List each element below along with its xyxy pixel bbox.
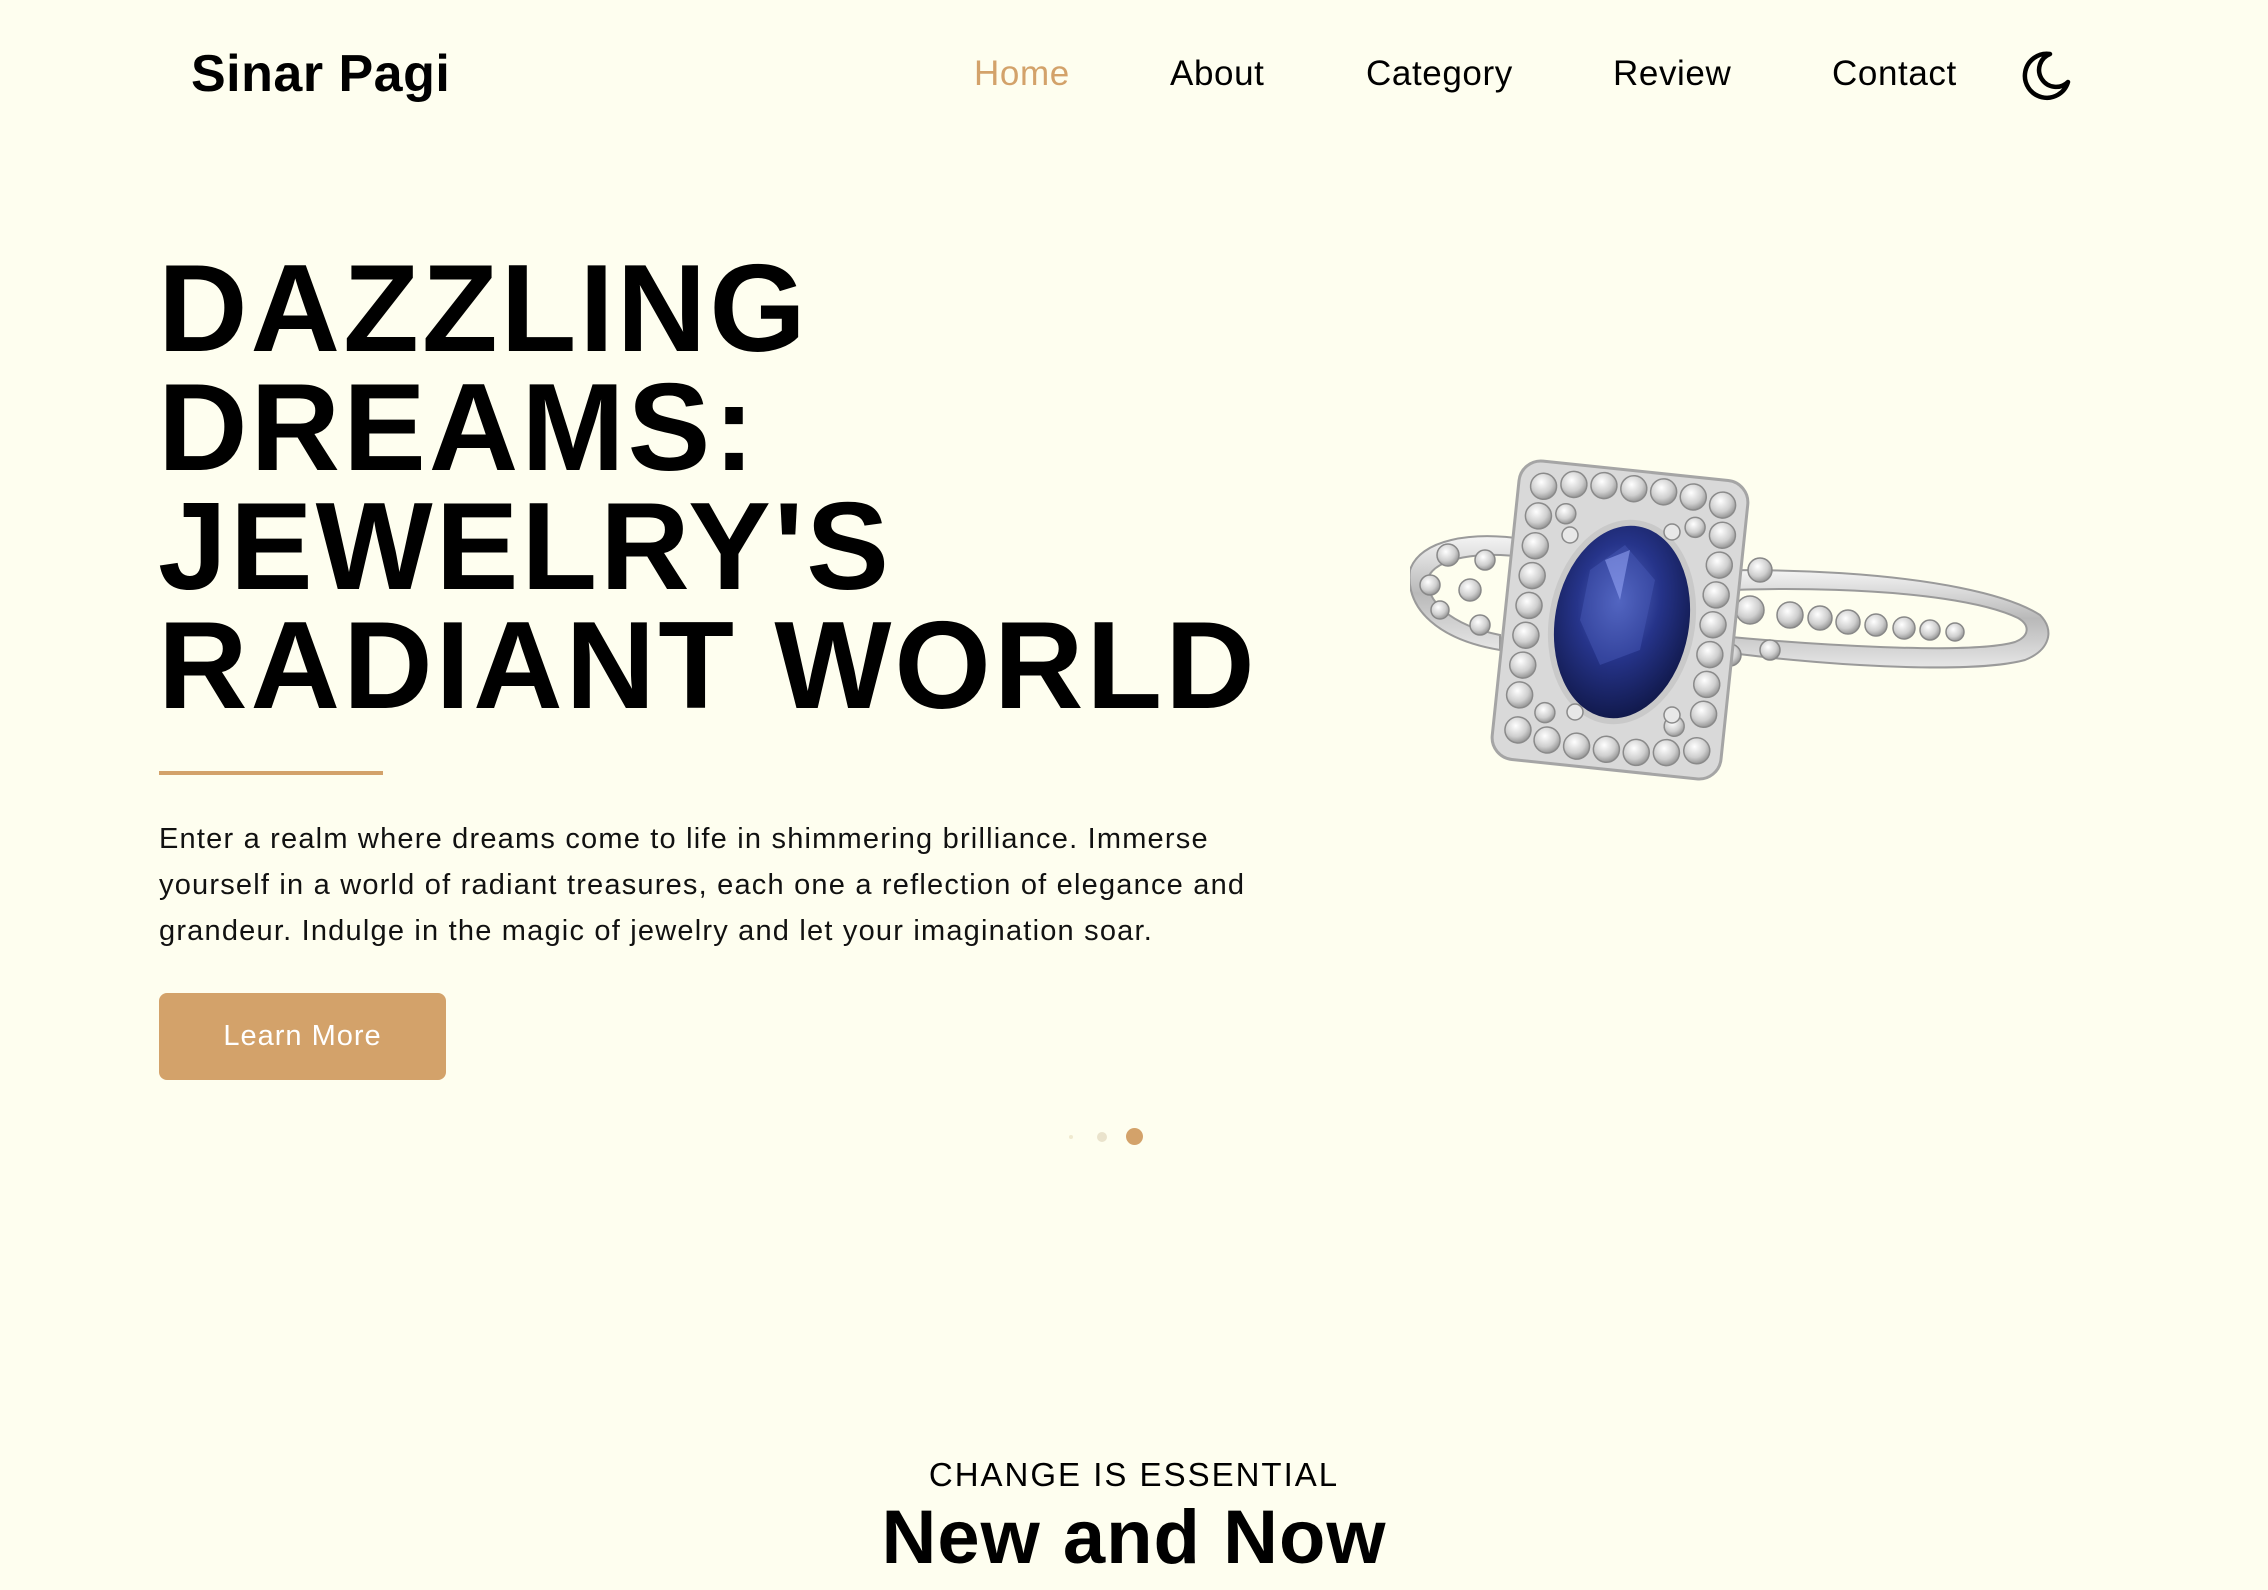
hero-title: DAZZLING DREAMS: JEWELRY'S RADIANT WORLD bbox=[158, 240, 1458, 735]
hero-title-line: JEWELRY'S bbox=[158, 478, 893, 616]
hero-divider bbox=[159, 771, 383, 775]
hero-title-line: RADIANT WORLD bbox=[158, 597, 1258, 735]
nav-item-home[interactable]: Home bbox=[974, 54, 1070, 94]
hero-title-line: DREAMS: bbox=[158, 359, 758, 497]
nav-item-review[interactable]: Review bbox=[1613, 54, 1731, 94]
hero-title-line: DAZZLING bbox=[158, 240, 809, 378]
carousel-dot[interactable] bbox=[1097, 1132, 1107, 1142]
brand-logo[interactable]: Sinar Pagi bbox=[191, 44, 450, 104]
carousel-indicators bbox=[0, 1127, 2268, 1147]
site-header: Sinar Pagi Home About Category Review Co… bbox=[0, 0, 2268, 152]
learn-more-button[interactable]: Learn More bbox=[159, 993, 446, 1080]
nav-item-category[interactable]: Category bbox=[1366, 54, 1513, 94]
section-eyebrow: CHANGE IS ESSENTIAL bbox=[928, 1456, 1340, 1493]
nav-item-contact[interactable]: Contact bbox=[1832, 54, 1957, 94]
sapphire-ring-image bbox=[1410, 459, 2050, 781]
moon-icon bbox=[2022, 51, 2071, 100]
carousel-dot-active[interactable] bbox=[1126, 1128, 1143, 1145]
theme-toggle-button[interactable] bbox=[2020, 48, 2074, 102]
page: Sinar Pagi Home About Category Review Co… bbox=[0, 0, 2268, 1590]
carousel-dot[interactable] bbox=[1069, 1135, 1073, 1139]
nav-item-about[interactable]: About bbox=[1170, 54, 1264, 94]
section-title: New and Now bbox=[881, 1495, 1387, 1580]
hero-description: Enter a realm where dreams come to life … bbox=[159, 823, 1246, 947]
